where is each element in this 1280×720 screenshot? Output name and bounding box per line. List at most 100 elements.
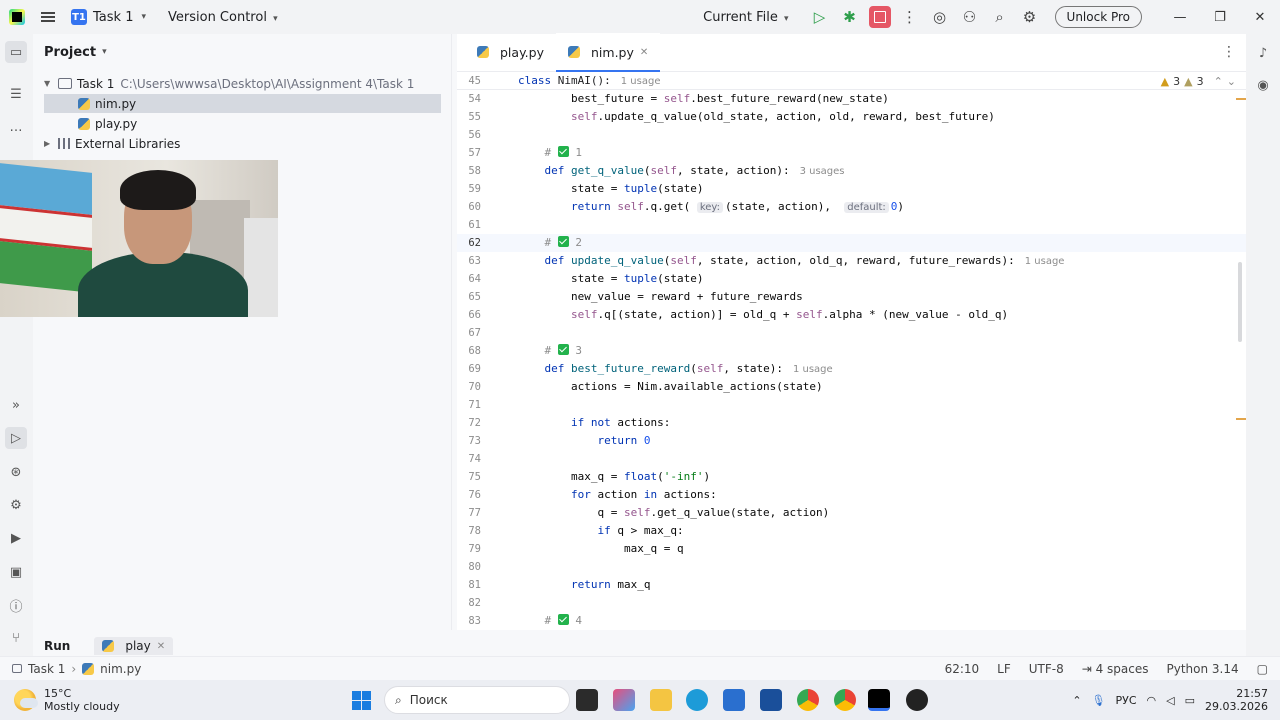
close-icon[interactable]: ✕: [1240, 0, 1280, 34]
problems-icon[interactable]: ⓘ: [5, 594, 27, 616]
terminal-icon[interactable]: ▣: [5, 561, 27, 583]
run-config-label: Current File: [703, 9, 778, 25]
vertical-scrollbar[interactable]: [1238, 262, 1242, 342]
folder-icon: [12, 664, 22, 673]
restore-icon[interactable]: ❐: [1200, 0, 1240, 34]
project-panel-header[interactable]: Project ▾: [33, 34, 451, 70]
tab-nim-py[interactable]: nim.py ✕: [556, 33, 661, 72]
error-stripe-marker[interactable]: [1236, 418, 1246, 420]
chevron-right-icon: ›: [71, 661, 77, 676]
usage-hint[interactable]: 1 usage: [621, 76, 661, 87]
more-tools-icon[interactable]: …: [5, 116, 27, 138]
clock[interactable]: 21:57 29.03.2026: [1205, 687, 1268, 713]
file-encoding[interactable]: UTF-8: [1029, 662, 1064, 676]
code-with-me-icon[interactable]: ⚇: [955, 0, 985, 34]
sticky-class-name: NimAI: [557, 74, 591, 87]
clock-date: 29.03.2026: [1205, 700, 1268, 713]
code-line: 70 actions = Nim.available_actions(state…: [468, 380, 823, 393]
run-icon[interactable]: ▷: [805, 0, 835, 34]
services-icon[interactable]: ⚙: [5, 494, 27, 516]
code-line: 67: [468, 327, 481, 339]
taskbar-search[interactable]: ⌕ Поиск: [384, 686, 570, 714]
vcs-widget[interactable]: Version Control ▾: [168, 10, 278, 25]
windows-start-icon[interactable]: [352, 691, 371, 710]
language-indicator[interactable]: РУС: [1116, 694, 1137, 707]
weather-widget[interactable]: 15°C Mostly cloudy: [14, 687, 120, 713]
collapse-arrow-icon[interactable]: ▶: [44, 139, 58, 148]
ai-chat-icon[interactable]: ◉: [1252, 74, 1274, 96]
error-stripe-marker[interactable]: [1236, 98, 1246, 100]
code-line: 69 def best_future_reward(self, state): 1…: [468, 362, 833, 375]
python-packages-icon[interactable]: ⊛: [5, 461, 27, 483]
sticky-class-line: class NimAI(): 1 usage: [518, 72, 660, 91]
battery-icon[interactable]: ▭: [1185, 694, 1195, 707]
wifi-icon[interactable]: ◠: [1147, 694, 1157, 707]
structure-icon[interactable]: ☰: [5, 83, 27, 105]
lock-icon[interactable]: ▢: [1257, 662, 1268, 676]
python-file-icon: [102, 640, 115, 652]
close-tab-icon[interactable]: ✕: [157, 641, 165, 652]
temperature: 15°C: [44, 687, 72, 700]
indent-icon: ⇥: [1081, 662, 1096, 676]
copilot-icon[interactable]: [613, 689, 635, 711]
inspection-widget[interactable]: ▲ 3 ▲ 3 ⌃ ⌄: [1161, 72, 1236, 90]
tray-overflow-icon[interactable]: ⌃: [1072, 694, 1081, 707]
tabs-more-icon[interactable]: ⋮: [1222, 44, 1236, 60]
settings-gear-icon[interactable]: ⚙: [1015, 0, 1045, 34]
sticky-scroll-header[interactable]: 45 class NimAI(): 1 usage ▲ 3 ▲ 3 ⌃ ⌄: [457, 72, 1246, 90]
python-console-icon[interactable]: »: [5, 394, 27, 416]
notifications-icon[interactable]: ♪: [1252, 42, 1274, 64]
tree-item-external-libraries[interactable]: ▶ External Libraries: [44, 134, 180, 153]
debug-icon[interactable]: ✱: [835, 0, 865, 34]
pycharm-taskbar-icon[interactable]: [868, 689, 890, 711]
microphone-icon[interactable]: 🎙: [1092, 694, 1106, 707]
minimize-icon[interactable]: —: [1160, 0, 1200, 34]
close-tab-icon[interactable]: ✕: [640, 47, 648, 58]
more-actions-icon[interactable]: ⋮: [895, 0, 925, 34]
project-folder-icon[interactable]: ▭: [5, 41, 27, 63]
chrome-icon[interactable]: [797, 689, 819, 711]
volume-icon[interactable]: ◁: [1166, 694, 1174, 707]
python-interpreter[interactable]: Python 3.14: [1167, 662, 1239, 676]
main-menu-icon[interactable]: [41, 12, 55, 22]
run-config-selector[interactable]: Current File ▾: [703, 10, 788, 25]
tab-play-py[interactable]: play.py: [465, 33, 556, 71]
code-line: 64 state = tuple(state): [468, 272, 704, 285]
prev-highlight-icon[interactable]: ⌃: [1214, 75, 1223, 88]
run-tab-play[interactable]: play ✕: [94, 637, 174, 655]
clock-time: 21:57: [1236, 687, 1268, 700]
edge-browser-icon[interactable]: [686, 689, 708, 711]
project-widget[interactable]: T1 Task 1 ▾: [71, 9, 146, 25]
caret-position[interactable]: 62:10: [945, 662, 980, 676]
code-line: 73 return 0: [468, 434, 651, 447]
expand-arrow-icon[interactable]: ▼: [44, 79, 58, 88]
title-bar: T1 Task 1 ▾ Version Control ▾ Current Fi…: [0, 0, 1280, 34]
tree-root-task1[interactable]: ▼ Task 1 C:\Users\wwwsa\Desktop\AI\Assig…: [44, 74, 414, 93]
debug-tool-icon[interactable]: ▶: [5, 527, 27, 549]
search-placeholder: Поиск: [409, 693, 448, 707]
run-panel-title[interactable]: Run: [44, 639, 70, 653]
code-line: 55 self.update_q_value(old_state, action…: [468, 110, 995, 123]
line-separator[interactable]: LF: [997, 662, 1011, 676]
breadcrumb-file[interactable]: nim.py: [100, 662, 141, 676]
code-area[interactable]: 54 best_future = self.best_future_reward…: [457, 72, 1246, 630]
git-icon[interactable]: ⑂: [5, 627, 27, 649]
task-view-icon[interactable]: [576, 689, 598, 711]
ai-assistant-icon[interactable]: ◎: [925, 0, 955, 34]
store-icon[interactable]: [723, 689, 745, 711]
indent-setting[interactable]: ⇥ 4 spaces: [1082, 662, 1149, 676]
run-tool-icon[interactable]: ▷: [5, 427, 27, 449]
search-icon[interactable]: ⌕: [985, 0, 1015, 34]
outlook-icon[interactable]: [760, 689, 782, 711]
chatgpt-icon[interactable]: [906, 689, 928, 711]
next-highlight-icon[interactable]: ⌄: [1227, 75, 1236, 88]
stop-button[interactable]: [868, 6, 891, 28]
unlock-pro-button[interactable]: Unlock Pro: [1054, 6, 1142, 28]
code-line: 61: [468, 219, 481, 231]
python-file-icon: [82, 662, 95, 675]
tree-item-nim-py[interactable]: nim.py: [44, 94, 441, 113]
breadcrumb-project[interactable]: Task 1: [28, 662, 65, 676]
tree-item-play-py[interactable]: play.py: [78, 114, 137, 133]
chrome-profile-icon[interactable]: [834, 689, 856, 711]
file-explorer-icon[interactable]: [650, 689, 672, 711]
